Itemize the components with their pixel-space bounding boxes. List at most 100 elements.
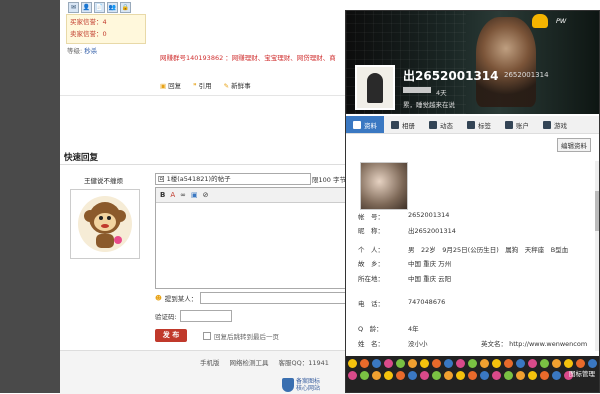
- emote-icon[interactable]: [552, 359, 561, 368]
- emote-icon[interactable]: [384, 359, 393, 368]
- tab-album[interactable]: 相册: [384, 116, 422, 133]
- jump-last-page-checkbox[interactable]: 回复后跳转到最后一页: [203, 331, 279, 341]
- footer-link-mobile[interactable]: 手机版: [200, 357, 220, 367]
- emote-icon[interactable]: [588, 359, 597, 368]
- emote-icon[interactable]: [432, 359, 441, 368]
- font-color-icon[interactable]: A: [170, 191, 175, 199]
- field-value: 4年: [408, 325, 419, 333]
- mention-icon: ☻: [155, 294, 162, 302]
- field-label: 英文名：: [481, 340, 507, 348]
- field-label: 电 话：: [358, 300, 384, 308]
- bold-icon[interactable]: B: [160, 191, 165, 199]
- scrollbar-thumb[interactable]: [595, 191, 599, 231]
- submit-button[interactable]: 发 布: [155, 329, 187, 342]
- captcha-input[interactable]: [179, 310, 232, 322]
- emote-icon[interactable]: [396, 359, 405, 368]
- image-icon[interactable]: ▣: [191, 191, 198, 199]
- emote-icon[interactable]: [408, 371, 417, 380]
- tab-account[interactable]: 账户: [498, 116, 536, 133]
- emote-icon[interactable]: [492, 359, 501, 368]
- profile-photo[interactable]: [355, 65, 395, 110]
- reply-button[interactable]: ▣ 回复: [160, 80, 181, 90]
- divider: [60, 95, 350, 96]
- emote-icon[interactable]: [348, 371, 357, 380]
- album-icon: [391, 120, 399, 129]
- emote-icon[interactable]: [420, 359, 429, 368]
- tab-games[interactable]: 游戏: [536, 116, 574, 133]
- emote-icon[interactable]: [396, 371, 405, 380]
- emote-icon[interactable]: [540, 371, 549, 380]
- ad-text[interactable]: 网赚群号140193862 ：网赚理财、宝宝理财、网贷理财、商: [160, 52, 336, 62]
- scrollbar[interactable]: [595, 161, 599, 351]
- status-text: 累，睡觉越来在说: [403, 101, 455, 109]
- link-icon[interactable]: ∞: [180, 191, 186, 199]
- reply-editor[interactable]: B A ∞ ▣ ⊘: [155, 187, 355, 289]
- checkbox-icon[interactable]: [203, 332, 211, 340]
- emote-icon[interactable]: [420, 371, 429, 380]
- emote-icon[interactable]: [408, 359, 417, 368]
- lock-icon[interactable]: 🔒: [120, 2, 131, 13]
- record-badge[interactable]: 备案图标 核心网站: [282, 378, 320, 392]
- emote-icon[interactable]: [516, 359, 525, 368]
- reply-label: 回复: [168, 82, 182, 90]
- emote-manage-link[interactable]: 图标管理: [569, 368, 595, 378]
- emote-icon[interactable]: [372, 371, 381, 380]
- emote-bar: [346, 356, 599, 392]
- reply-username[interactable]: 王健说不缠烦: [84, 175, 123, 185]
- avatar[interactable]: [70, 189, 140, 259]
- rank-value[interactable]: 秒杀: [84, 47, 97, 55]
- field-value: 中国 重庆 万州: [408, 260, 452, 268]
- document-icon[interactable]: 📄: [94, 2, 105, 13]
- quote-button[interactable]: ❞ 引用: [193, 80, 212, 90]
- emote-icon[interactable]: [432, 371, 441, 380]
- attachment-icon[interactable]: ⊘: [203, 191, 209, 199]
- message-icon[interactable]: ✉: [68, 2, 79, 13]
- emote-icon[interactable]: [528, 371, 537, 380]
- level-bar: [403, 87, 431, 93]
- emote-icon[interactable]: [372, 359, 381, 368]
- emote-icon[interactable]: [384, 371, 393, 380]
- emote-icon[interactable]: [564, 359, 573, 368]
- emote-icon[interactable]: [468, 371, 477, 380]
- left-sidebar: [0, 0, 60, 393]
- profile-icon[interactable]: 👤: [81, 2, 92, 13]
- heart-icon: [532, 14, 548, 28]
- footer-link-network-test[interactable]: 网络检测工具: [230, 357, 269, 367]
- emote-icon[interactable]: [444, 359, 453, 368]
- edit-profile-button[interactable]: 编辑资料: [557, 138, 591, 152]
- subject-input[interactable]: 回 1楼(a541821)的帖子: [155, 173, 311, 185]
- field-value[interactable]: http://www.wenwencom: [509, 340, 587, 348]
- emote-icon[interactable]: [504, 359, 513, 368]
- emote-icon[interactable]: [576, 359, 585, 368]
- news-button[interactable]: ✎ 新鲜事: [224, 80, 251, 90]
- profile-picture[interactable]: [360, 162, 408, 210]
- emote-icon[interactable]: [492, 371, 501, 380]
- tab-profile[interactable]: 资料: [346, 116, 384, 133]
- page-footer: 手机版 网络检测工具 客服QQ：11941 备案图标 核心网站: [60, 350, 350, 394]
- emote-icon[interactable]: [480, 359, 489, 368]
- emote-icon[interactable]: [516, 371, 525, 380]
- emote-icon[interactable]: [552, 371, 561, 380]
- monkey-avatar-icon: [78, 196, 132, 252]
- emote-icon[interactable]: [444, 371, 453, 380]
- emote-icon[interactable]: [456, 359, 465, 368]
- emote-icon[interactable]: [540, 359, 549, 368]
- record-badge-label: 备案图标 核心网站: [296, 378, 321, 392]
- friends-icon[interactable]: 👥: [107, 2, 118, 13]
- emote-icon[interactable]: [468, 359, 477, 368]
- emote-icon[interactable]: [348, 359, 357, 368]
- news-label: 新鲜事: [231, 82, 251, 90]
- tab-feed[interactable]: 动态: [422, 116, 460, 133]
- field-value: 出2652001314: [408, 227, 456, 235]
- profile-qq-number: 2652001314: [504, 71, 549, 79]
- tab-tags[interactable]: 标签: [460, 116, 498, 133]
- emote-icon[interactable]: [480, 371, 489, 380]
- emote-icon[interactable]: [360, 359, 369, 368]
- emote-icon[interactable]: [528, 359, 537, 368]
- feed-icon: [429, 120, 437, 129]
- mention-input[interactable]: [200, 292, 353, 304]
- emote-icon[interactable]: [456, 371, 465, 380]
- emote-icon[interactable]: [504, 371, 513, 380]
- emote-icon[interactable]: [360, 371, 369, 380]
- footer-link-support-qq[interactable]: 客服QQ：11941: [279, 357, 329, 367]
